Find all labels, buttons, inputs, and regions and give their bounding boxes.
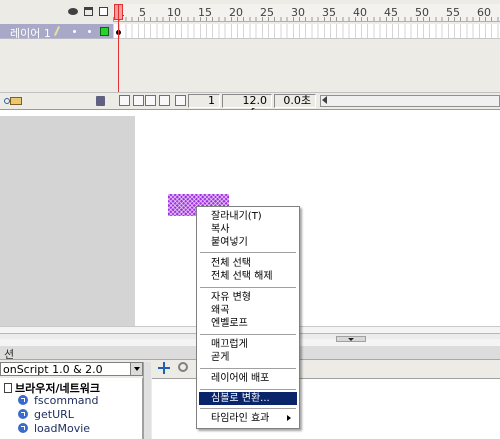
submenu-arrow-icon <box>287 415 291 421</box>
action-label: getURL <box>34 408 74 421</box>
panel-title: 션 <box>4 348 15 361</box>
layer-row[interactable]: 레이어 1 <box>0 24 113 41</box>
menu-item-deselect-all[interactable]: 전체 선택 해제 <box>199 270 297 283</box>
lock-icon[interactable] <box>84 6 93 16</box>
menu-item-timeline-effects[interactable]: 타임라인 효과 <box>199 412 297 425</box>
book-icon <box>4 383 12 393</box>
menu-item-free-transform[interactable]: 자유 변형 <box>199 291 297 304</box>
version-value: onScript 1.0 & 2.0 <box>3 363 103 376</box>
menu-separator <box>200 389 296 391</box>
chevron-down-icon[interactable] <box>130 363 142 375</box>
menu-item-convert-to-symbol[interactable]: 심볼로 변환... <box>199 392 297 405</box>
context-menu: 잘라내기(T) 복사 붙여넣기 전체 선택 전체 선택 해제 자유 변형 왜곡 … <box>196 206 300 429</box>
toolbox-item[interactable]: loadMovie <box>18 422 90 435</box>
outline-color-icon[interactable] <box>100 27 109 36</box>
onion-skin-icon[interactable] <box>133 95 144 106</box>
action-icon <box>18 395 28 405</box>
actions-toolbox: 브라우저/네트워크 fscommand getURL loadMovie <box>0 378 143 439</box>
menu-item-envelope[interactable]: 엔벨로프 <box>199 317 297 330</box>
menu-separator <box>200 368 296 370</box>
current-frame-field: 1 <box>188 94 220 108</box>
action-icon <box>18 409 28 419</box>
timeline-panel: 1 5 10 15 20 25 30 35 40 45 50 55 60 레이어… <box>0 0 500 119</box>
ruler-ticks <box>113 17 500 21</box>
onion-outline-icon[interactable] <box>145 95 156 106</box>
outline-icon[interactable] <box>99 6 108 16</box>
visibility-dot-icon[interactable] <box>73 30 76 33</box>
lock-dot-icon[interactable] <box>88 30 91 33</box>
menu-separator <box>200 334 296 336</box>
menu-separator <box>200 252 296 254</box>
actionscript-version-select[interactable]: onScript 1.0 & 2.0 <box>0 362 143 376</box>
frame-ruler[interactable]: 1 5 10 15 20 25 30 35 40 45 50 55 60 <box>113 4 500 22</box>
trash-icon[interactable] <box>96 96 105 106</box>
timeline-footer: 1 12.0 fps 0.0초 <box>0 92 500 119</box>
toolbox-item[interactable]: fscommand <box>18 394 99 407</box>
menu-separator <box>200 287 296 289</box>
action-label: fscommand <box>34 394 99 407</box>
toolbox-item[interactable]: getURL <box>18 408 74 421</box>
layer-name[interactable]: 레이어 1 <box>10 25 51 41</box>
action-icon <box>18 423 28 433</box>
menu-item-distribute-to-layers[interactable]: 레이어에 배포 <box>199 372 297 385</box>
toolbox-scrollbar[interactable] <box>143 362 151 439</box>
find-icon[interactable] <box>178 362 188 372</box>
collapse-panel-tab[interactable] <box>336 336 366 342</box>
menu-item-straighten[interactable]: 곧게 <box>199 351 297 364</box>
pencil-icon <box>53 26 61 36</box>
frame-rate-field: 12.0 fps <box>222 94 272 119</box>
menu-separator <box>200 408 296 410</box>
menu-item-distort[interactable]: 왜곡 <box>199 304 297 317</box>
add-layer-icon[interactable] <box>4 95 24 106</box>
edit-multiple-frames-icon[interactable] <box>159 95 170 106</box>
elapsed-time-field: 0.0초 <box>274 94 316 108</box>
center-frame-icon[interactable] <box>119 95 130 106</box>
menu-item-copy[interactable]: 복사 <box>199 223 297 236</box>
pasteboard <box>0 116 135 326</box>
menu-item-label: 타임라인 효과 <box>211 413 270 424</box>
menu-item-smooth[interactable]: 매끄럽게 <box>199 338 297 351</box>
timeline-hscroll[interactable] <box>320 95 500 107</box>
eye-icon[interactable] <box>68 8 78 15</box>
action-label: loadMovie <box>34 422 91 435</box>
modify-markers-icon[interactable] <box>175 95 186 106</box>
add-statement-icon[interactable] <box>158 362 170 374</box>
menu-item-paste[interactable]: 붙여넣기 <box>199 236 297 249</box>
menu-item-select-all[interactable]: 전체 선택 <box>199 257 297 270</box>
scroll-left-icon[interactable] <box>322 96 327 104</box>
menu-item-cut[interactable]: 잘라내기(T) <box>199 210 297 223</box>
frame-cells[interactable] <box>113 24 500 39</box>
layer-header-icons <box>68 4 108 18</box>
